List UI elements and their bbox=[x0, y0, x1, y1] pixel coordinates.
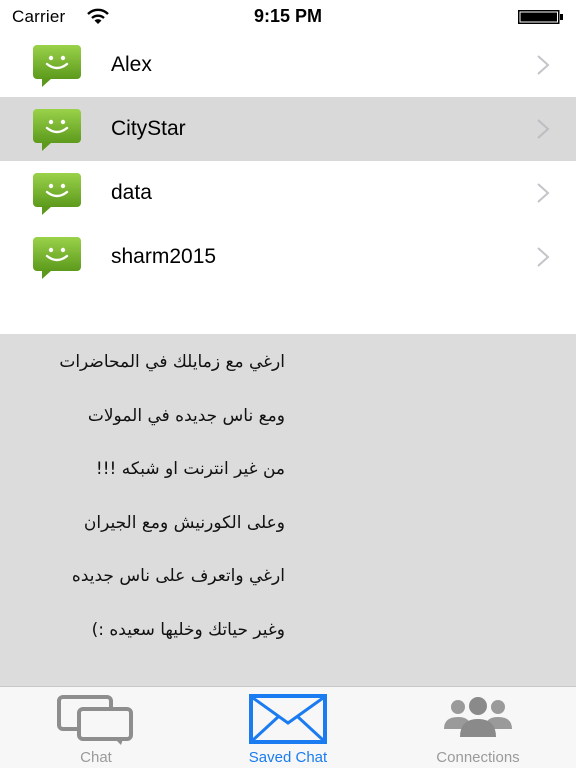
envelope-icon bbox=[249, 694, 327, 744]
message-line: ارغي مع زمايلك في المحاضرات bbox=[59, 352, 285, 372]
message-panel: ارغي مع زمايلك في المحاضرات ومع ناس جديد… bbox=[0, 334, 576, 686]
chevron-right-icon bbox=[537, 55, 550, 75]
message-line: ومع ناس جديده في المولات bbox=[87, 406, 285, 426]
people-icon bbox=[444, 697, 512, 737]
contact-name: Alex bbox=[111, 53, 152, 76]
tab-label: Chat bbox=[80, 749, 112, 766]
contact-list: Alex CityStar data sharm2015 bbox=[0, 33, 576, 289]
contact-row[interactable]: sharm2015 bbox=[0, 225, 576, 289]
chat-smiley-icon bbox=[33, 45, 81, 87]
status-bar: Carrier 9:15 PM bbox=[0, 0, 576, 33]
message-line: وعلى الكورنيش ومع الجيران bbox=[83, 513, 285, 533]
chat-smiley-icon bbox=[33, 109, 81, 151]
chevron-right-icon bbox=[537, 247, 550, 267]
contact-row[interactable]: Alex bbox=[0, 33, 576, 97]
tab-chat[interactable]: Chat bbox=[40, 687, 152, 768]
chat-smiley-icon bbox=[33, 173, 81, 215]
tab-bar: Chat Saved Chat Connections bbox=[0, 686, 576, 768]
status-time: 9:15 PM bbox=[253, 6, 323, 26]
chevron-right-icon bbox=[537, 119, 550, 139]
battery-full-icon bbox=[518, 10, 563, 24]
tab-label: Saved Chat bbox=[248, 749, 328, 766]
chat-bubbles-icon bbox=[57, 695, 133, 745]
tab-connections[interactable]: Connections bbox=[414, 687, 542, 768]
tab-saved-chat[interactable]: Saved Chat bbox=[224, 687, 352, 768]
contact-name: data bbox=[111, 181, 152, 204]
message-line: من غير انترنت او شبكه !!! bbox=[95, 459, 285, 479]
chat-smiley-icon bbox=[33, 237, 81, 279]
contact-row[interactable]: CityStar bbox=[0, 97, 576, 161]
message-line: ارغي واتعرف على ناس جديده bbox=[71, 566, 285, 586]
tab-label: Connections bbox=[436, 749, 520, 766]
chevron-right-icon bbox=[537, 183, 550, 203]
contact-name: sharm2015 bbox=[111, 245, 217, 268]
message-line: وغير حياتك وخليها سعيده :) bbox=[91, 620, 285, 640]
contact-row[interactable]: data bbox=[0, 161, 576, 225]
contact-name: CityStar bbox=[111, 117, 186, 140]
